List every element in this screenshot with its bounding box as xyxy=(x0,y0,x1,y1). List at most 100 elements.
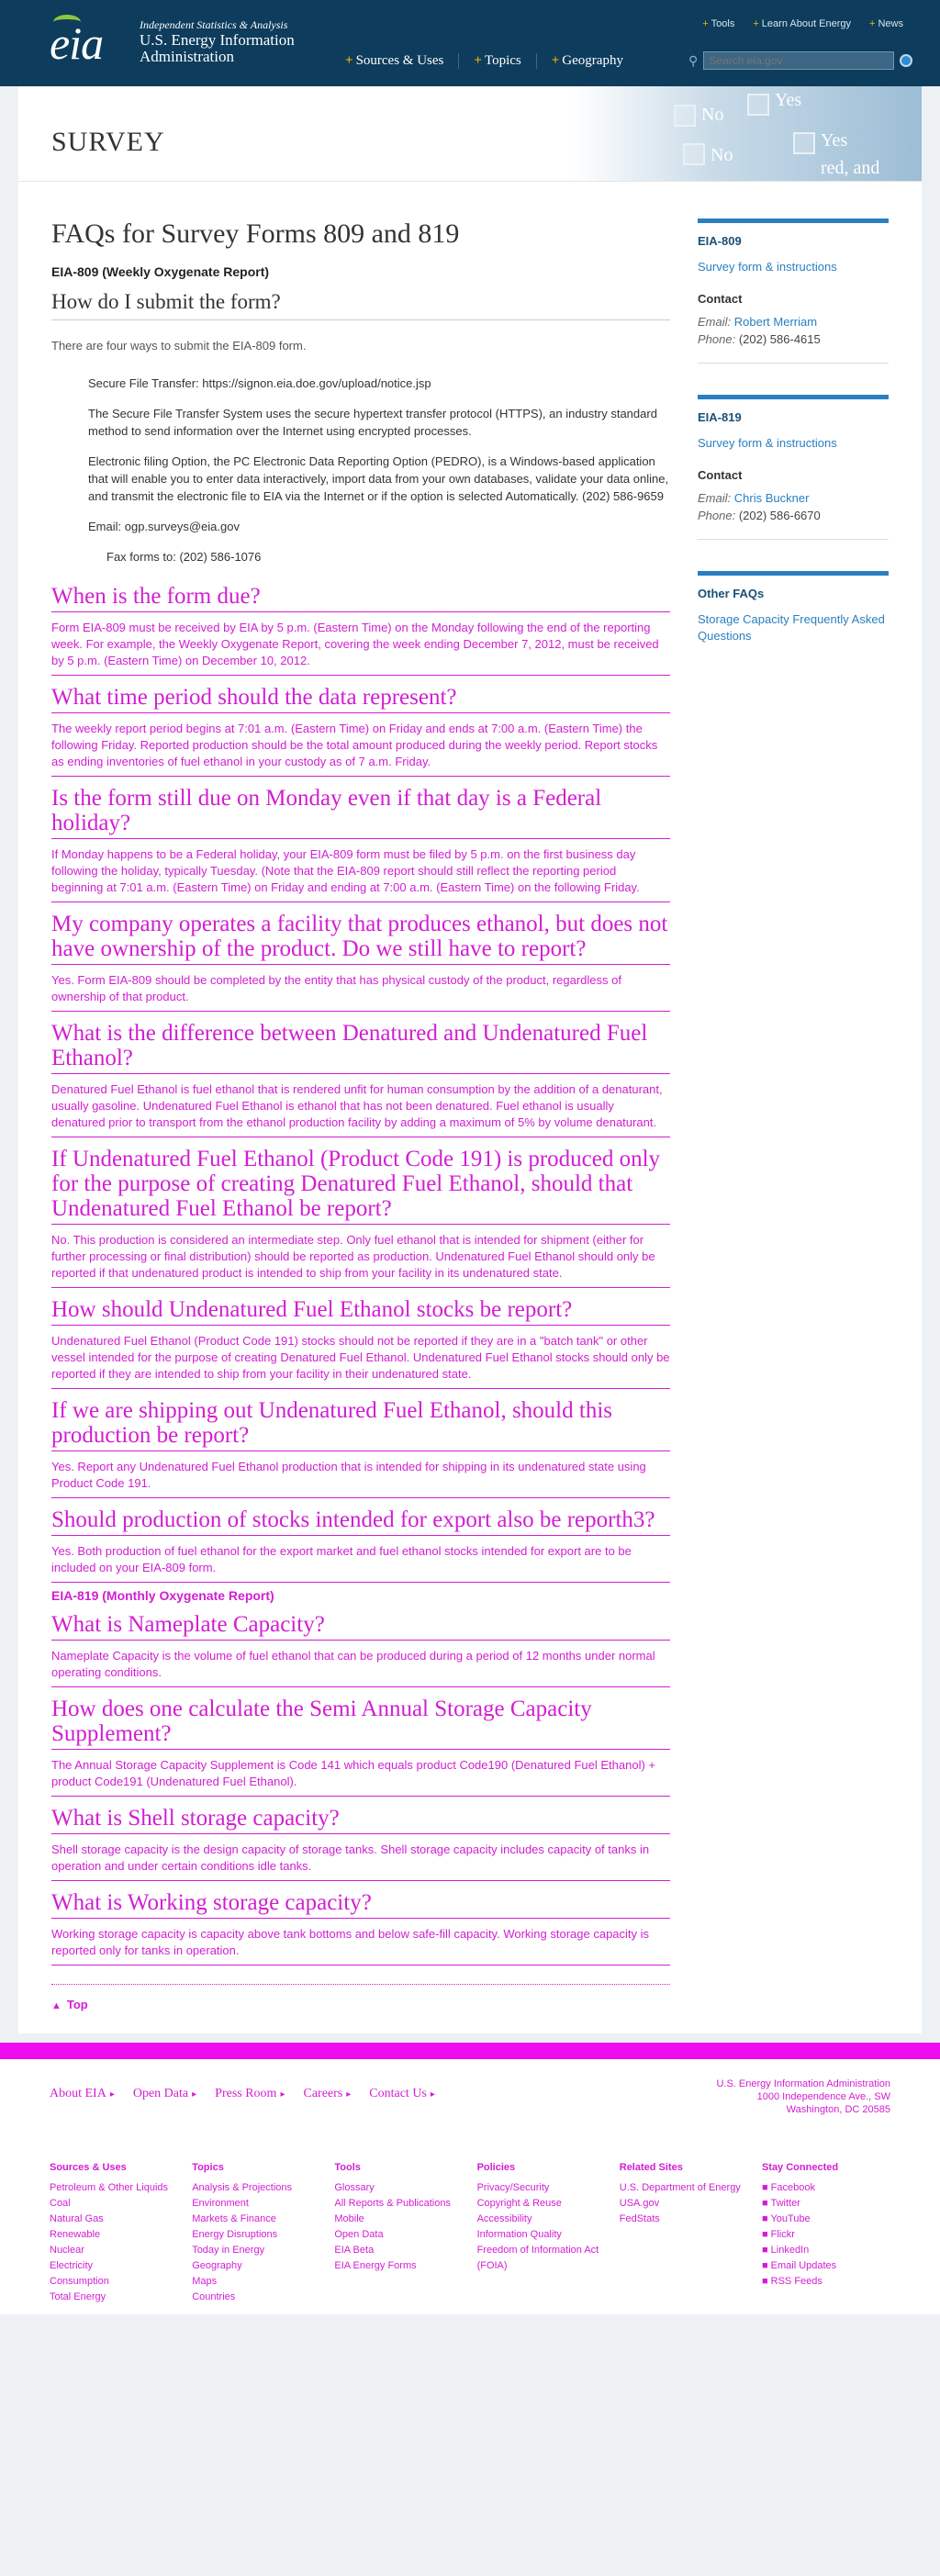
nav-geography[interactable]: + Geography xyxy=(535,53,638,69)
footer-link[interactable]: Energy Disruptions xyxy=(192,2227,320,2243)
footer-link[interactable]: USA.gov xyxy=(620,2196,748,2212)
faq-question: Should production of stocks intended for… xyxy=(51,1507,671,1536)
footer-link[interactable]: Open Data xyxy=(334,2227,463,2243)
top-link-tools[interactable]: + Tools xyxy=(702,18,734,29)
footer-link-email[interactable]: ■ Email Updates xyxy=(762,2258,890,2274)
sidebar-box-819: EIA-819 Survey form & instructions Conta… xyxy=(698,395,889,540)
method-email[interactable]: Email: ogp.surveys@eia.gov xyxy=(88,518,670,535)
banner-word: Yes xyxy=(775,90,802,110)
footer-link[interactable]: FedStats xyxy=(620,2212,748,2227)
method-secure-transfer[interactable]: Secure File Transfer: https://signon.eia… xyxy=(88,375,670,392)
footer-link[interactable]: EIA Energy Forms xyxy=(334,2258,463,2274)
footer-link[interactable]: Natural Gas xyxy=(50,2212,178,2227)
footer-link[interactable]: Geography xyxy=(192,2258,320,2274)
banner-word: No xyxy=(701,105,724,125)
banner-word: No xyxy=(711,145,733,165)
banner-title: SURVEY xyxy=(51,127,165,157)
sidebar-title: EIA-809 xyxy=(698,234,742,248)
chevron-right-icon: ▸ xyxy=(109,2089,115,2100)
chevron-right-icon: ▸ xyxy=(346,2089,352,2100)
footer-link[interactable]: Today in Energy xyxy=(192,2243,320,2258)
footer-link[interactable]: Electricity xyxy=(50,2258,178,2274)
back-to-top-link[interactable]: ▲ Top xyxy=(51,1998,670,2011)
contact-email-link[interactable]: Chris Buckner xyxy=(734,491,810,505)
content: FAQs for Survey Forms 809 and 819 EIA-80… xyxy=(18,182,922,2015)
footer-link[interactable]: Glossary xyxy=(334,2180,463,2196)
footer-link[interactable]: Total Energy xyxy=(50,2290,178,2305)
footer-link-careers[interactable]: Careers ▸ xyxy=(303,2087,351,2153)
faq-question: What time period should the data represe… xyxy=(51,685,671,713)
footer-link[interactable]: Consumption xyxy=(50,2274,178,2290)
footer-link[interactable]: Analysis & Projections xyxy=(192,2180,320,2196)
faq-answer: The weekly report period begins at 7:01 … xyxy=(51,721,671,777)
footer-link[interactable]: Copyright & Reuse xyxy=(477,2196,606,2212)
checkbox-art-icon xyxy=(793,132,815,154)
footer-main-links: About EIA ▸ Open Data ▸ Press Room ▸ Career… xyxy=(50,2087,435,2153)
footer-link[interactable]: Petroleum & Other Liquids xyxy=(50,2180,178,2196)
eia-logo[interactable]: eia xyxy=(50,17,104,70)
search: ⚲ xyxy=(688,51,913,70)
org-name[interactable]: Independent Statistics & Analysis U.S. E… xyxy=(140,18,295,65)
footer-link[interactable]: Accessibility xyxy=(477,2212,606,2227)
footer-link[interactable]: Maps xyxy=(192,2274,320,2290)
footer-link[interactable]: Information Quality xyxy=(477,2227,606,2243)
footer-link[interactable]: Markets & Finance xyxy=(192,2212,320,2227)
contact-email-link[interactable]: Robert Merriam xyxy=(734,315,817,329)
plus-icon: + xyxy=(753,18,759,29)
flickr-icon: ■ xyxy=(761,2229,771,2240)
footer-col-topics: Topics Analysis & Projections Environmen… xyxy=(192,2162,320,2305)
linkedin-icon: ■ xyxy=(761,2245,771,2256)
top-link-news[interactable]: + News xyxy=(869,18,903,29)
footer-link-facebook[interactable]: ■ Facebook xyxy=(762,2180,890,2196)
storage-capacity-faq-link[interactable]: Storage Capacity Frequently Asked Questi… xyxy=(698,611,889,644)
footer-link[interactable]: Freedom of Information Act (FOIA) xyxy=(477,2243,606,2274)
question-heading: How do I submit the form? xyxy=(51,290,671,320)
footer-link-youtube[interactable]: ■ YouTube xyxy=(762,2212,890,2227)
search-button[interactable] xyxy=(900,54,913,67)
survey-form-link[interactable]: Survey form & instructions xyxy=(698,435,889,452)
survey-form-link[interactable]: Survey form & instructions xyxy=(698,259,889,275)
nav-topics[interactable]: + Topics xyxy=(458,53,535,69)
plus-icon: + xyxy=(345,53,353,68)
faq-answer: Working storage capacity is capacity abo… xyxy=(51,1926,671,1966)
footer-link-twitter[interactable]: ■ Twitter xyxy=(762,2196,890,2212)
org-line-1: U.S. Energy Information xyxy=(140,31,295,49)
footer-link-about[interactable]: About EIA ▸ xyxy=(50,2087,115,2153)
footer-link-open-data[interactable]: Open Data ▸ xyxy=(133,2087,196,2153)
page: SURVEY No Yes No Yes red, and FAQs for S… xyxy=(18,86,922,2033)
sidebar-title: EIA-819 xyxy=(698,410,742,424)
survey-heading-819: EIA-819 (Monthly Oxygenate Report) xyxy=(51,1588,274,1603)
footer-top-row: About EIA ▸ Open Data ▸ Press Room ▸ Career… xyxy=(50,2078,890,2153)
footer-col-tools: Tools Glossary All Reports & Publication… xyxy=(334,2162,463,2305)
footer-link-rss[interactable]: ■ RSS Feeds xyxy=(762,2274,890,2290)
top-link-learn[interactable]: + Learn About Energy xyxy=(753,18,851,29)
footer-link[interactable]: Mobile xyxy=(334,2212,463,2227)
footer-link-press[interactable]: Press Room ▸ xyxy=(215,2087,285,2153)
faq-answer: Denatured Fuel Ethanol is fuel ethanol t… xyxy=(51,1081,671,1137)
footer-link-contact[interactable]: Contact Us ▸ xyxy=(369,2087,435,2153)
faq-question: What is Nameplate Capacity? xyxy=(51,1612,671,1641)
footer-link[interactable]: Renewable xyxy=(50,2227,178,2243)
footer-link[interactable]: Nuclear xyxy=(50,2243,178,2258)
contact-label: Contact xyxy=(698,468,743,482)
site-header: eia Independent Statistics & Analysis U.… xyxy=(0,0,940,86)
footer-link[interactable]: Countries xyxy=(192,2290,320,2305)
footer-link[interactable]: Privacy/Security xyxy=(477,2180,606,2196)
footer-link[interactable]: U.S. Department of Energy xyxy=(620,2180,748,2196)
nav-sources-uses[interactable]: + Sources & Uses xyxy=(330,53,458,69)
plus-icon: + xyxy=(702,18,709,29)
plus-icon: + xyxy=(474,53,482,68)
search-input[interactable] xyxy=(703,51,895,70)
footer-link[interactable]: EIA Beta xyxy=(334,2243,463,2258)
top-links: + Tools + Learn About Energy + News xyxy=(702,18,903,29)
footer-link-linkedin[interactable]: ■ LinkedIn xyxy=(762,2243,890,2258)
faq-question: Is the form still due on Monday even if … xyxy=(51,786,671,839)
footer-link[interactable]: Coal xyxy=(50,2196,178,2212)
footer-col-related: Related Sites U.S. Department of Energy … xyxy=(620,2162,748,2305)
footer-col-connected: Stay Connected ■ Facebook ■ Twitter ■ Yo… xyxy=(762,2162,890,2305)
contact-phone: Phone: (202) 586-6670 xyxy=(698,509,821,522)
footer-link[interactable]: Environment xyxy=(192,2196,320,2212)
footer-link-flickr[interactable]: ■ Flickr xyxy=(762,2227,890,2243)
faq-answer: Undenatured Fuel Ethanol (Product Code 1… xyxy=(51,1333,671,1389)
footer-link[interactable]: All Reports & Publications xyxy=(334,2196,463,2212)
